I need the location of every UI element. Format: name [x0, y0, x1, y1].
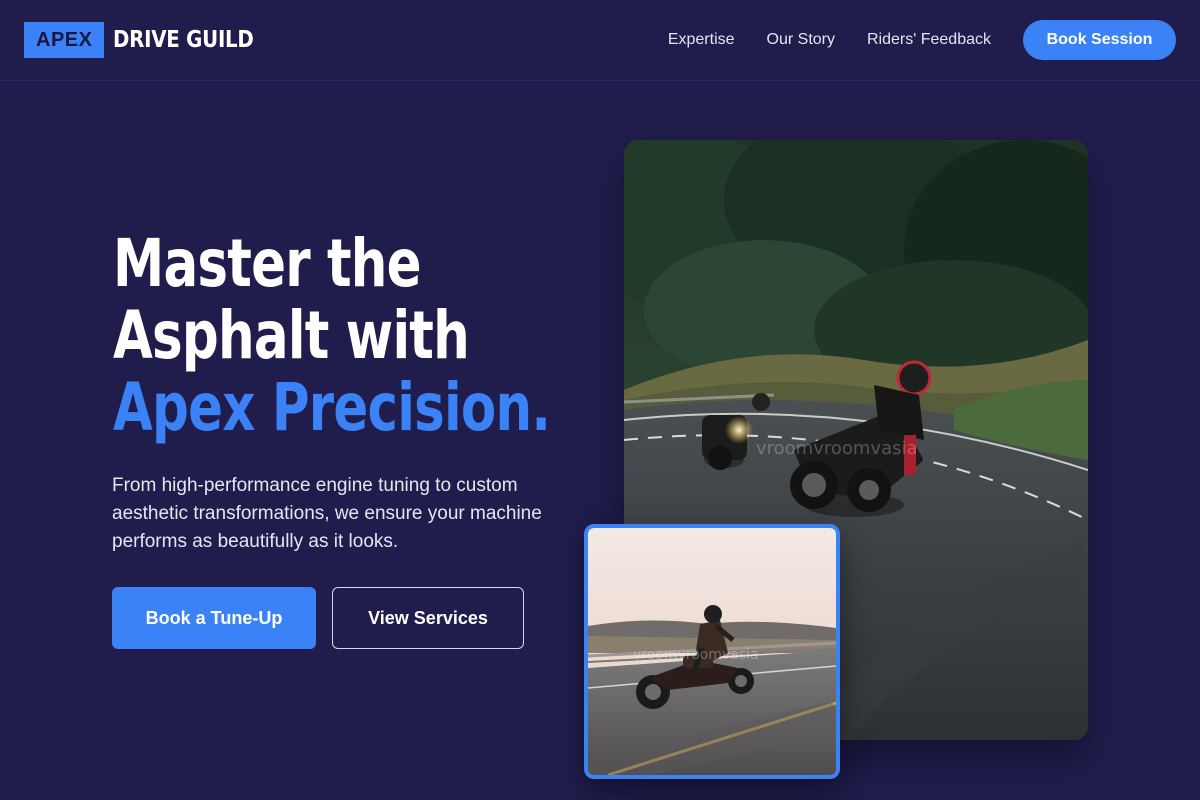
- view-services-button[interactable]: View Services: [332, 587, 524, 649]
- hero-image-inset: vroomvroomvasia: [584, 524, 840, 779]
- hero-headline: Master the Asphalt with Apex Precision.: [113, 225, 551, 446]
- nav-link-our-story[interactable]: Our Story: [767, 31, 835, 49]
- logo-wordmark: DRIVE GUILD: [113, 27, 255, 53]
- logo-mark: APEX: [24, 22, 105, 58]
- hero-subtitle: From high-performance engine tuning to c…: [112, 475, 542, 552]
- headline-line-1: Master the: [113, 225, 422, 302]
- inset-watermark-text: vroomvroomvasia: [633, 647, 759, 663]
- headline-line-2: Asphalt with: [113, 297, 470, 374]
- book-session-button[interactable]: Book Session: [1023, 20, 1176, 60]
- book-tune-up-button[interactable]: Book a Tune-Up: [112, 587, 316, 649]
- main-nav: Expertise Our Story Riders' Feedback: [668, 31, 991, 49]
- nav-link-riders-feedback[interactable]: Riders' Feedback: [867, 31, 991, 49]
- watermark-text: vroomvroomvasia: [756, 438, 918, 459]
- nav-link-expertise[interactable]: Expertise: [668, 31, 735, 49]
- headline-accent: Apex Precision.: [113, 369, 551, 446]
- site-header: APEX DRIVE GUILD Expertise Our Story Rid…: [0, 0, 1200, 81]
- logo[interactable]: APEX DRIVE GUILD: [24, 22, 277, 58]
